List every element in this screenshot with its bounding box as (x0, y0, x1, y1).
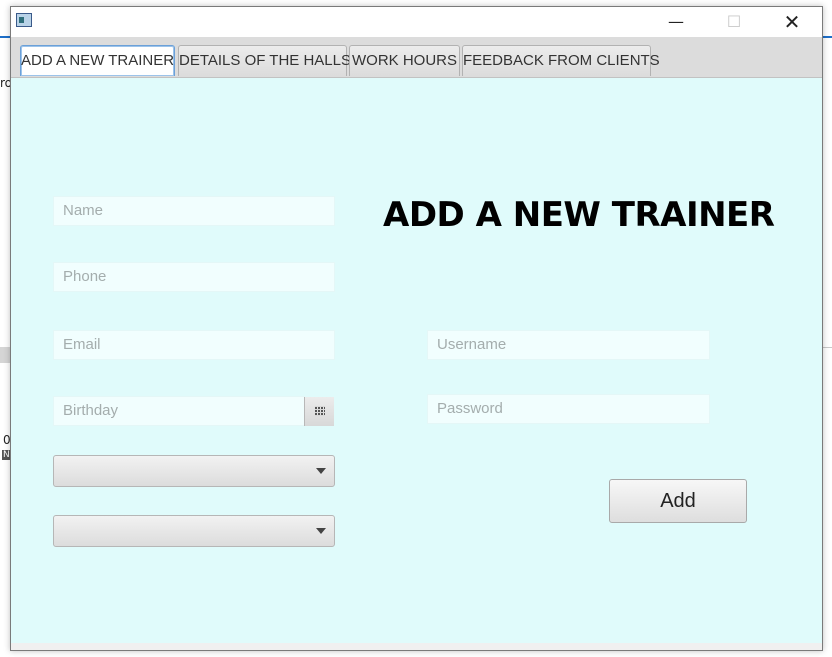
close-icon: ✕ (783, 10, 801, 34)
page-title: ADD A NEW TRAINER (383, 195, 775, 235)
maximize-icon: ☐ (726, 12, 742, 31)
email-field[interactable]: Email (53, 330, 335, 360)
tab-details-of-the-halls[interactable]: DETAILS OF THE HALLS (178, 45, 351, 76)
chevron-down-icon (316, 468, 326, 474)
name-field[interactable]: Name (53, 196, 335, 226)
username-field[interactable]: Username (427, 330, 710, 360)
trainer-window: — ☐ ✕ ADD A NEW TRAINER DETAILS OF THE H… (10, 6, 823, 651)
chevron-down-icon (316, 528, 326, 534)
background-divider (822, 347, 832, 348)
add-button[interactable]: Add (609, 479, 747, 523)
maximize-button[interactable]: ☐ (711, 7, 757, 37)
minimize-icon: — (668, 12, 684, 31)
add-trainer-panel: Name Phone Email Birthday ADD A NEW TRAI… (11, 78, 822, 643)
combo-box-1[interactable] (53, 455, 335, 487)
phone-field[interactable]: Phone (53, 262, 335, 292)
minimize-button[interactable]: — (653, 7, 699, 37)
calendar-icon (315, 406, 325, 416)
tab-work-hours[interactable]: WORK HOURS (349, 45, 460, 76)
app-icon (16, 13, 32, 27)
password-field[interactable]: Password (427, 394, 710, 424)
tab-add-new-trainer[interactable]: ADD A NEW TRAINER (20, 45, 175, 76)
date-picker-button[interactable] (304, 397, 334, 426)
close-button[interactable]: ✕ (769, 7, 815, 37)
title-bar[interactable]: — ☐ ✕ (11, 7, 822, 37)
combo-box-2[interactable] (53, 515, 335, 547)
birthday-field[interactable]: Birthday (53, 396, 305, 426)
tab-feedback-from-clients[interactable]: FEEDBACK FROM CLIENTS (462, 45, 660, 76)
tab-bar: ADD A NEW TRAINER DETAILS OF THE HALLS W… (11, 37, 822, 78)
